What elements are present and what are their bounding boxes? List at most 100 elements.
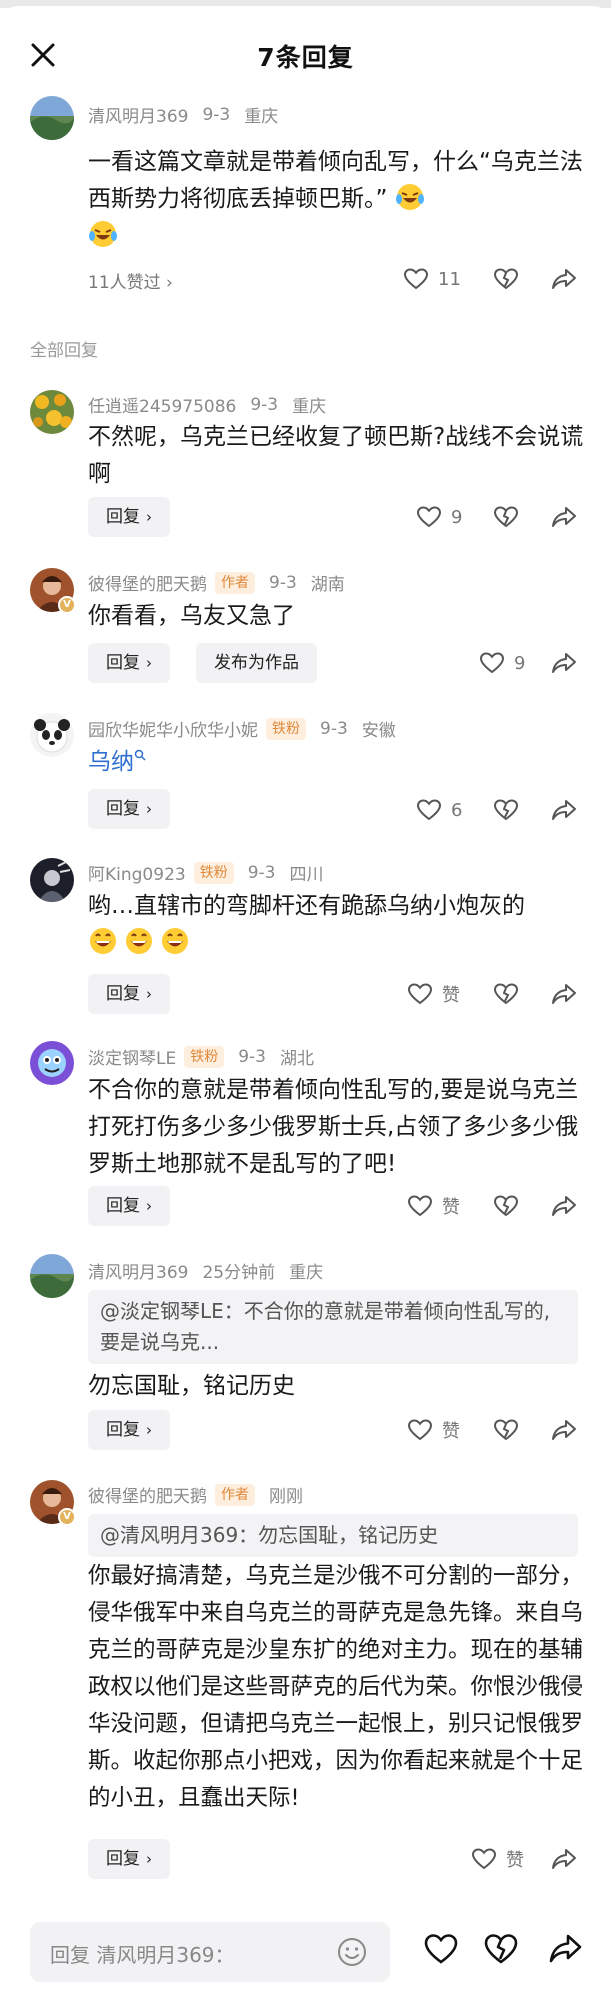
broken-heart-icon <box>493 506 519 528</box>
reply-button-label: 回复 <box>106 799 140 819</box>
liked-by-text: 11人赞过 <box>88 273 161 293</box>
share-icon <box>552 800 576 820</box>
avatar[interactable] <box>30 1254 74 1298</box>
reply-location: 四川 <box>289 865 324 885</box>
fan-tag: 铁粉 <box>184 1045 225 1068</box>
reply-input[interactable]: 回复 清风明月369： <box>30 1922 390 1982</box>
username[interactable]: 彼得堡的肥天鹅 <box>88 1482 207 1507</box>
dislike-button[interactable] <box>492 502 520 532</box>
comment-body: 一看这篇文章就是带着倾向乱写，什么“乌克兰法西斯势力将彻底丢掉顿巴斯。” <box>88 149 583 212</box>
section-label: 全部回复 <box>30 341 98 361</box>
reply-button[interactable]: 回复 › <box>88 1410 170 1450</box>
username[interactable]: 清风明月369 <box>88 102 188 127</box>
share-icon[interactable] <box>546 1930 584 1968</box>
publish-as-work-button[interactable]: 发布为作品 <box>196 643 317 683</box>
like-button[interactable]: 6 <box>415 795 462 825</box>
reply-meta: 园欣华妮华小欣华小妮 铁粉 9-3 安徽 <box>88 716 396 741</box>
grin-emoji-icon <box>162 928 188 954</box>
like-button[interactable]: 赞 <box>406 1415 460 1445</box>
reply-button-label: 回复 <box>106 1420 140 1440</box>
username[interactable]: 淡定钢琴LE <box>88 1044 176 1069</box>
share-button[interactable] <box>550 1844 578 1874</box>
reply-location: 重庆 <box>289 1263 324 1283</box>
search-icon <box>134 749 146 761</box>
reply-date: 9-3 <box>269 572 297 593</box>
reply-button[interactable]: 回复 › <box>88 643 170 683</box>
chevron-right-icon: › <box>146 985 152 1003</box>
reply-button-label: 回复 <box>106 984 140 1004</box>
share-button[interactable] <box>550 264 578 294</box>
quoted-reply[interactable]: @淡定钢琴LE：不合你的意就是带着倾向性乱写的,要是说乌克... <box>88 1290 578 1364</box>
broken-heart-icon <box>493 983 519 1005</box>
reply-meta: 彼得堡的肥天鹅 作者 9-3 湖南 <box>88 570 345 595</box>
like-button[interactable]: 9 <box>415 502 462 532</box>
like-count: 9 <box>514 652 526 674</box>
avatar[interactable] <box>30 390 74 434</box>
emoji-picker-icon[interactable] <box>336 1936 368 1968</box>
broken-heart-icon[interactable] <box>482 1930 520 1968</box>
chevron-right-icon: › <box>146 654 152 672</box>
heart-icon <box>407 1195 433 1217</box>
dislike-button[interactable] <box>492 1415 520 1445</box>
quoted-reply[interactable]: @清风明月369：勿忘国耻，铭记历史 <box>88 1514 578 1557</box>
publish-label: 发布为作品 <box>214 653 299 673</box>
like-button[interactable]: 赞 <box>406 1191 460 1221</box>
like-button[interactable]: 9 <box>478 648 525 678</box>
grin-emoji-icon <box>126 928 152 954</box>
avatar[interactable] <box>30 96 74 140</box>
username[interactable]: 阿King0923 <box>88 860 186 885</box>
reply-button[interactable]: 回复 › <box>88 974 170 1014</box>
liked-by-link[interactable]: 11人赞过 › <box>88 268 173 293</box>
like-button[interactable]: 11 <box>402 264 461 294</box>
reply-text: 不然呢，乌克兰已经收复了顿巴斯?战线不会说谎啊 <box>88 424 584 487</box>
share-button[interactable] <box>550 795 578 825</box>
dislike-button[interactable] <box>492 1191 520 1221</box>
heart-icon <box>416 506 442 528</box>
like-count: 赞 <box>442 1421 460 1442</box>
laugh-cry-emoji-icon <box>89 221 117 247</box>
heart-icon <box>416 799 442 821</box>
broken-heart-icon <box>493 1195 519 1217</box>
reply-date: 25分钟前 <box>202 1263 276 1283</box>
reply-meta: 淡定钢琴LE 铁粉 9-3 湖北 <box>88 1044 314 1069</box>
reply-button-label: 回复 <box>106 1849 140 1869</box>
dislike-button[interactable] <box>492 264 520 294</box>
share-button[interactable] <box>550 1415 578 1445</box>
reply-button[interactable]: 回复 › <box>88 1186 170 1226</box>
avatar[interactable] <box>30 858 74 902</box>
share-icon <box>552 507 576 527</box>
verified-badge-icon: V <box>58 1508 76 1526</box>
username[interactable]: 清风明月369 <box>88 1258 188 1283</box>
reply-button[interactable]: 回复 › <box>88 789 170 829</box>
like-button[interactable]: 赞 <box>470 1844 524 1874</box>
broken-heart-icon <box>493 799 519 821</box>
share-icon <box>552 984 576 1004</box>
laugh-cry-emoji-icon <box>395 184 424 210</box>
avatar[interactable] <box>30 1041 74 1085</box>
broken-heart-icon <box>493 268 519 290</box>
reply-button[interactable]: 回复 › <box>88 497 170 537</box>
share-icon <box>552 269 576 289</box>
share-button[interactable] <box>550 502 578 532</box>
avatar[interactable] <box>30 713 74 757</box>
share-icon <box>552 1420 576 1440</box>
share-button[interactable] <box>550 979 578 1009</box>
share-button[interactable] <box>550 648 578 678</box>
reply-date: 9-3 <box>320 718 348 739</box>
like-count: 赞 <box>506 1850 524 1871</box>
like-count: 6 <box>451 799 463 821</box>
share-button[interactable] <box>550 1191 578 1221</box>
like-button[interactable]: 赞 <box>406 979 460 1009</box>
reply-input-bar: 回复 清风明月369： <box>0 1908 611 2004</box>
username[interactable]: 园欣华妮华小欣华小妮 <box>88 716 258 741</box>
dislike-button[interactable] <box>492 795 520 825</box>
username[interactable]: 任逍遥245975086 <box>88 392 236 417</box>
like-count: 9 <box>451 506 463 528</box>
reply-button[interactable]: 回复 › <box>88 1839 170 1879</box>
dislike-button[interactable] <box>492 979 520 1009</box>
heart-icon[interactable] <box>422 1930 460 1968</box>
verified-badge-icon: V <box>58 596 76 614</box>
search-link[interactable]: 乌纳 <box>88 749 134 775</box>
reply-text: 乌纳 <box>88 744 588 781</box>
username[interactable]: 彼得堡的肥天鹅 <box>88 570 207 595</box>
